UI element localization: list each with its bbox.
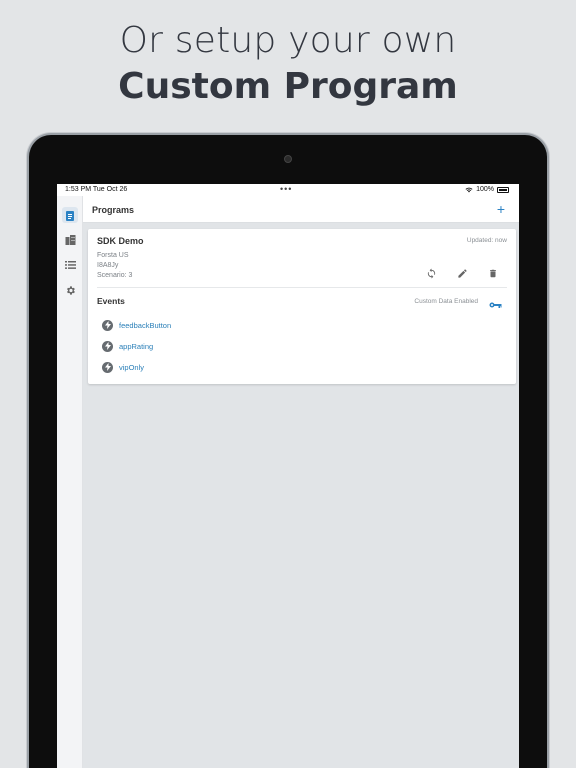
promo-headline-line2: Custom Program — [118, 66, 458, 107]
sidebar-item-list[interactable] — [62, 257, 78, 273]
event-item[interactable]: appRating — [102, 339, 153, 353]
event-link[interactable]: appRating — [119, 342, 153, 351]
event-item[interactable]: vipOnly — [102, 360, 144, 374]
sidebar-item-programs[interactable] — [62, 207, 78, 223]
sync-button[interactable] — [424, 266, 438, 280]
status-time: 1:53 PM Tue Oct 26 — [65, 186, 128, 193]
bolt-icon — [102, 361, 113, 373]
app-screen: 1:53 PM Tue Oct 26 ••• 100% Programs + S… — [57, 184, 519, 768]
key-icon[interactable] — [489, 296, 502, 314]
program-region: Forsta US — [97, 252, 129, 259]
page-title: Programs — [92, 205, 135, 215]
program-card[interactable]: SDK Demo Updated: now Forsta US I8A8Jy S… — [88, 229, 516, 384]
tablet-device: 1:53 PM Tue Oct 26 ••• 100% Programs + S… — [29, 135, 547, 768]
wifi-icon — [465, 187, 473, 192]
building-icon — [65, 235, 75, 245]
clipboard-icon — [66, 210, 74, 221]
app-bar: Programs + — [83, 196, 519, 223]
bolt-icon — [102, 340, 113, 352]
event-link[interactable]: feedbackButton — [119, 321, 171, 330]
event-link[interactable]: vipOnly — [119, 363, 144, 372]
card-divider — [97, 287, 507, 288]
sidebar-item-settings[interactable] — [62, 282, 78, 298]
pencil-icon — [457, 268, 467, 278]
battery-percent: 100% — [476, 186, 494, 193]
sync-icon — [427, 267, 435, 279]
bolt-icon — [102, 319, 113, 331]
events-heading: Events — [97, 296, 125, 306]
custom-data-label: Custom Data Enabled — [414, 298, 478, 305]
status-right: 100% — [465, 186, 509, 193]
delete-button[interactable] — [486, 266, 500, 280]
program-scenario: Scenario: 3 — [97, 272, 133, 279]
status-bar: 1:53 PM Tue Oct 26 ••• 100% — [57, 184, 519, 196]
sidebar-item-organizations[interactable] — [62, 232, 78, 248]
program-key: I8A8Jy — [97, 262, 119, 269]
multitask-dots-icon[interactable]: ••• — [280, 184, 292, 194]
event-item[interactable]: feedbackButton — [102, 318, 171, 332]
battery-icon — [497, 186, 509, 193]
front-camera — [284, 155, 292, 163]
add-program-button[interactable]: + — [493, 201, 509, 217]
gear-icon — [66, 285, 75, 295]
edit-button[interactable] — [455, 266, 469, 280]
promo-headline-line1: Or setup your own — [119, 20, 457, 61]
program-title: SDK Demo — [97, 236, 144, 246]
sidebar — [57, 196, 83, 768]
updated-timestamp: Updated: now — [466, 237, 507, 244]
trash-icon — [490, 269, 496, 277]
list-icon — [64, 261, 76, 269]
